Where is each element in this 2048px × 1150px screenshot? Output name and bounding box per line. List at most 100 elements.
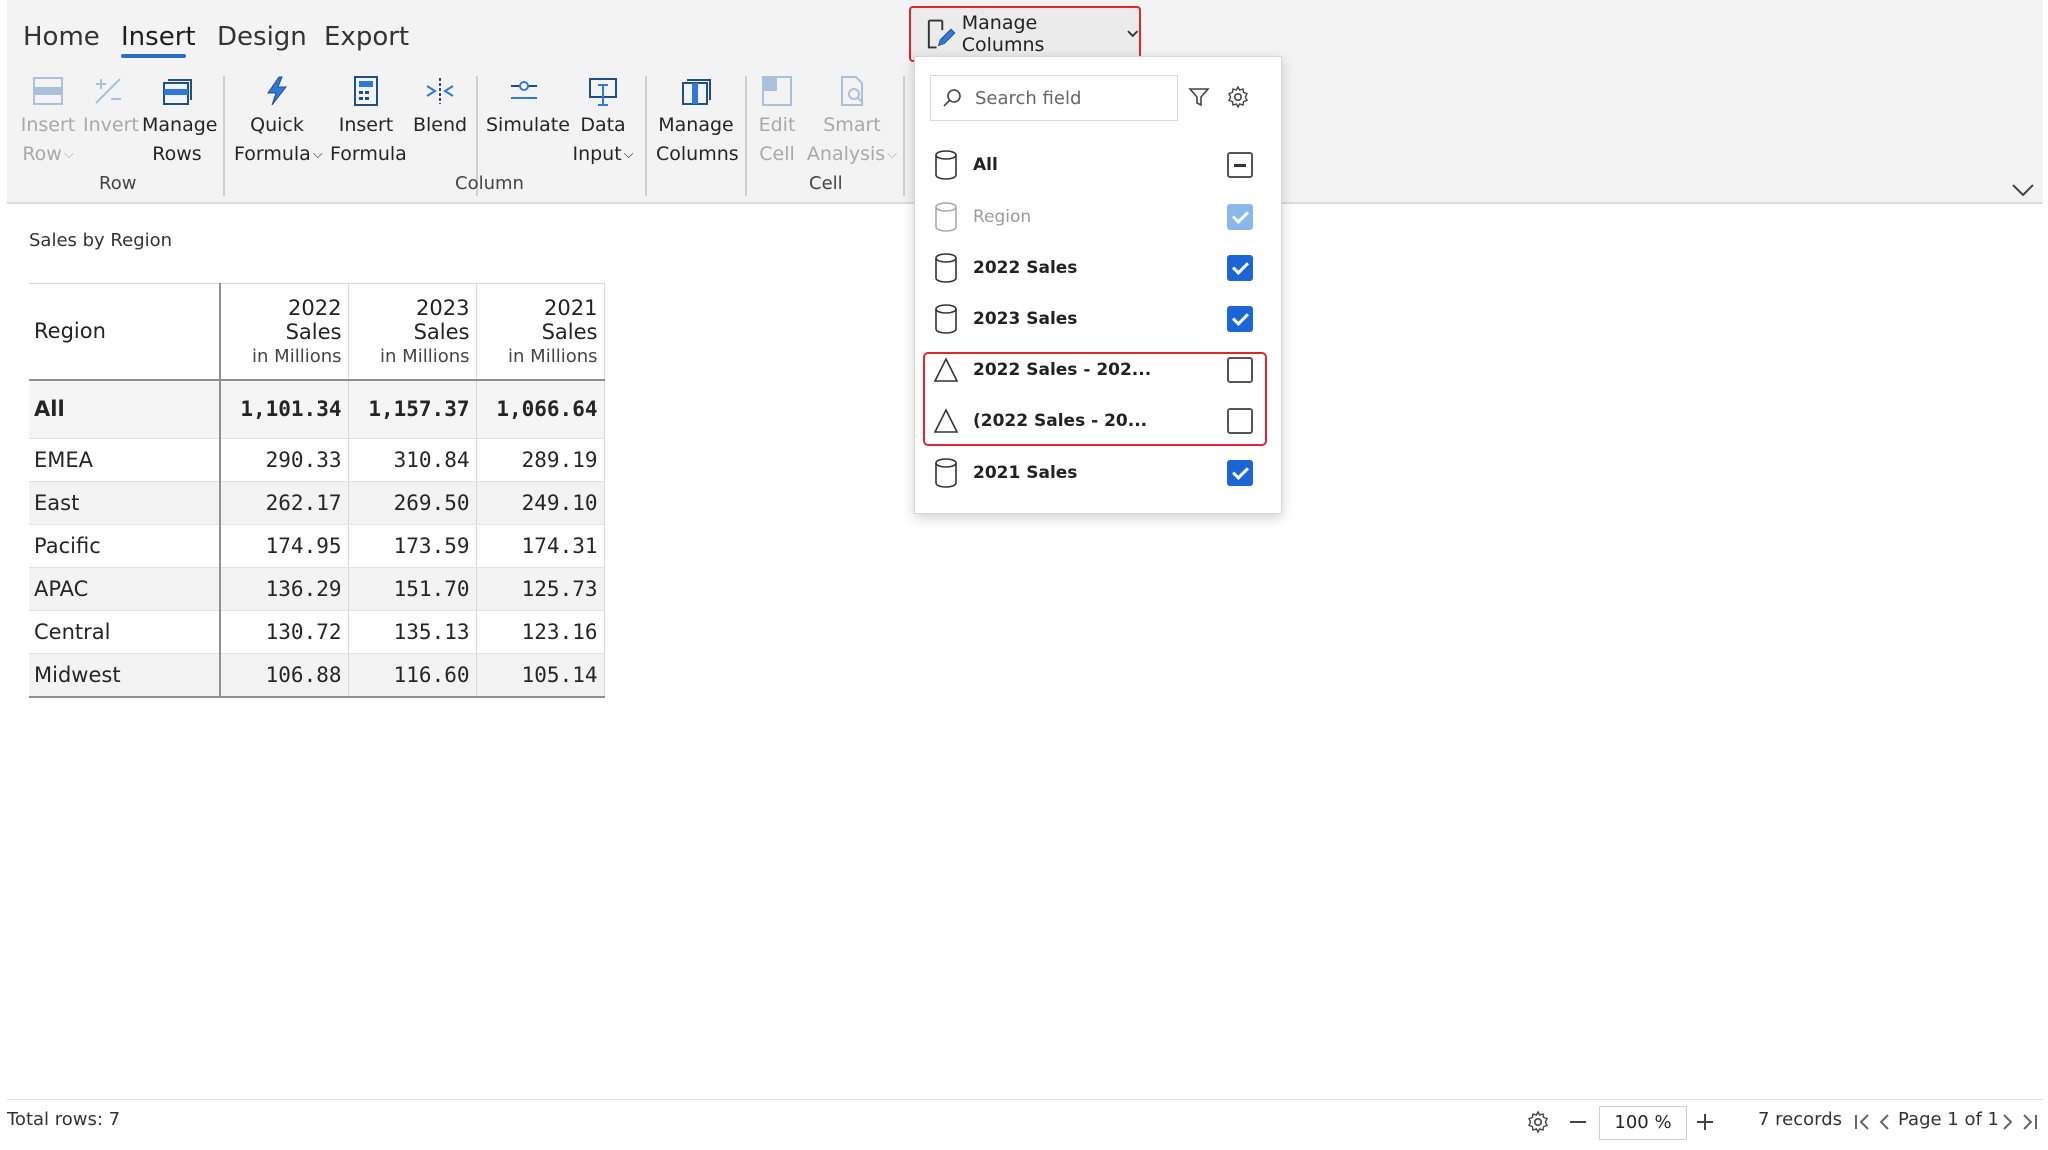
data-input-label: Data bbox=[580, 114, 626, 136]
field-item-delta-1[interactable]: 2022 Sales - 202... bbox=[933, 350, 1263, 390]
group-label-row: Row bbox=[99, 173, 137, 194]
chevron-down-icon: ⌵ bbox=[63, 147, 74, 162]
previous-page-icon[interactable] bbox=[1873, 1110, 1897, 1134]
quick-formula-label: Quick bbox=[250, 114, 304, 136]
field-checkbox[interactable] bbox=[1227, 460, 1253, 486]
simulate-button[interactable]: Simulate bbox=[486, 74, 570, 140]
data-input-button[interactable]: Data Input ⌵ bbox=[570, 74, 636, 169]
invert-button[interactable]: Invert bbox=[83, 74, 139, 140]
field-item-2021-sales[interactable]: 2021 Sales bbox=[933, 453, 1263, 493]
edit-cell-label-2: Cell bbox=[759, 143, 795, 165]
ribbon-separator bbox=[903, 76, 905, 196]
cylinder-icon bbox=[935, 150, 957, 180]
column-header-region[interactable]: Region bbox=[29, 283, 221, 381]
settings-gear-icon[interactable] bbox=[1526, 1110, 1550, 1134]
table-row[interactable]: Midwest 106.88 116.60 105.14 bbox=[29, 653, 605, 698]
delta-icon bbox=[933, 408, 959, 433]
edit-cell-label: Edit bbox=[758, 114, 796, 136]
cylinder-icon bbox=[935, 202, 957, 232]
field-item-all[interactable]: All bbox=[933, 145, 1263, 185]
zoom-level-input[interactable]: 100 % bbox=[1599, 1106, 1687, 1140]
manage-columns-icon bbox=[682, 79, 711, 105]
table-row[interactable]: Central 130.72 135.13 123.16 bbox=[29, 610, 605, 654]
insert-row-button[interactable]: Insert Row ⌵ bbox=[20, 74, 76, 169]
field-checkbox[interactable] bbox=[1227, 357, 1253, 383]
quick-formula-label-2: Formula bbox=[234, 143, 311, 165]
zoom-in-icon[interactable] bbox=[1693, 1110, 1717, 1134]
tab-design[interactable]: Design bbox=[217, 22, 307, 52]
field-label: All bbox=[973, 155, 998, 175]
manage-rows-icon bbox=[163, 79, 192, 105]
field-item-region[interactable]: Region bbox=[933, 197, 1263, 237]
value-cell: 173.59 bbox=[348, 524, 477, 568]
edit-cell-button[interactable]: Edit Cell bbox=[755, 74, 799, 169]
field-checkbox[interactable] bbox=[1227, 204, 1253, 230]
value-cell: 106.88 bbox=[220, 653, 349, 698]
row-region-cell: EMEA bbox=[29, 438, 221, 482]
tab-home[interactable]: Home bbox=[23, 22, 100, 52]
field-item-2023-sales[interactable]: 2023 Sales bbox=[933, 299, 1263, 339]
insert-row-label-2: Row bbox=[22, 143, 62, 165]
active-tab-indicator bbox=[121, 54, 186, 58]
table-row[interactable]: Pacific 174.95 173.59 174.31 bbox=[29, 524, 605, 568]
invert-icon bbox=[95, 78, 121, 104]
field-checkbox[interactable] bbox=[1227, 255, 1253, 281]
field-checkbox[interactable] bbox=[1227, 408, 1253, 434]
quick-formula-button[interactable]: Quick Formula ⌵ bbox=[234, 74, 323, 169]
table-row[interactable]: East 262.17 269.50 249.10 bbox=[29, 481, 605, 525]
field-label: 2022 Sales - 202... bbox=[973, 360, 1152, 380]
value-cell: 262.17 bbox=[220, 481, 349, 525]
column-header-unit: in Millions bbox=[252, 345, 342, 367]
value-cell: 116.60 bbox=[348, 653, 477, 698]
filter-icon[interactable] bbox=[1187, 85, 1211, 109]
value-cell: 125.73 bbox=[476, 567, 605, 611]
insert-formula-button[interactable]: Insert Formula bbox=[330, 74, 407, 169]
column-header-unit: in Millions bbox=[508, 345, 598, 367]
last-page-icon[interactable] bbox=[2017, 1110, 2041, 1134]
insert-formula-label-2: Formula bbox=[330, 143, 407, 165]
column-header-2022-sales[interactable]: 2022 Sales in Millions bbox=[220, 283, 349, 381]
records-count: 7 records bbox=[1758, 1109, 1843, 1130]
column-header-2023-sales[interactable]: 2023 Sales in Millions bbox=[348, 283, 477, 381]
row-region-cell: Central bbox=[29, 610, 221, 654]
value-cell: 123.16 bbox=[476, 610, 605, 654]
field-checkbox[interactable] bbox=[1227, 306, 1253, 332]
smart-analysis-button[interactable]: Smart Analysis ⌵ bbox=[806, 74, 898, 169]
field-label: 2021 Sales bbox=[973, 463, 1078, 483]
table-row[interactable]: EMEA 290.33 310.84 289.19 bbox=[29, 438, 605, 482]
tab-insert[interactable]: Insert bbox=[121, 22, 196, 52]
blend-button[interactable]: Blend bbox=[412, 74, 468, 140]
manage-rows-label-2: Rows bbox=[152, 143, 202, 165]
first-page-icon[interactable] bbox=[1851, 1110, 1875, 1134]
chevron-down-icon: ⌵ bbox=[623, 147, 634, 162]
total-rows-label: Total rows: 7 bbox=[7, 1109, 121, 1130]
field-item-2022-sales[interactable]: 2022 Sales bbox=[933, 248, 1263, 288]
table-row-total[interactable]: All 1,101.34 1,157.37 1,066.64 bbox=[29, 379, 605, 439]
value-cell: 136.29 bbox=[220, 567, 349, 611]
smart-analysis-label: Smart bbox=[823, 114, 881, 136]
group-label-column: Column bbox=[455, 173, 524, 194]
row-region-cell: Pacific bbox=[29, 524, 221, 568]
manage-columns-button[interactable]: Manage Columns bbox=[656, 74, 739, 169]
manage-columns-dropdown-button[interactable]: Manage Columns bbox=[909, 6, 1141, 62]
invert-label: Invert bbox=[83, 114, 139, 136]
field-item-delta-2[interactable]: (2022 Sales - 20... bbox=[933, 401, 1263, 441]
slider-icon bbox=[511, 81, 537, 99]
field-checkbox[interactable] bbox=[1227, 152, 1253, 178]
group-label-cell: Cell bbox=[809, 173, 843, 194]
value-cell: 174.95 bbox=[220, 524, 349, 568]
simulate-label: Simulate bbox=[486, 114, 570, 136]
manage-rows-button[interactable]: Manage Rows bbox=[142, 74, 217, 169]
next-page-icon[interactable] bbox=[1995, 1110, 2019, 1134]
manage-columns-dropdown-label: Manage Columns bbox=[961, 12, 1045, 56]
manage-columns-edit-icon bbox=[927, 19, 956, 49]
row-region-cell: Midwest bbox=[29, 653, 221, 698]
value-cell: 135.13 bbox=[348, 610, 477, 654]
search-field-input[interactable] bbox=[973, 86, 1163, 110]
collapse-ribbon-icon[interactable] bbox=[2010, 180, 2036, 200]
table-row[interactable]: APAC 136.29 151.70 125.73 bbox=[29, 567, 605, 611]
column-header-2021-sales[interactable]: 2021 Sales in Millions bbox=[476, 283, 605, 381]
zoom-out-icon[interactable] bbox=[1566, 1110, 1590, 1134]
tab-export[interactable]: Export bbox=[324, 22, 409, 52]
gear-icon[interactable] bbox=[1226, 85, 1250, 109]
